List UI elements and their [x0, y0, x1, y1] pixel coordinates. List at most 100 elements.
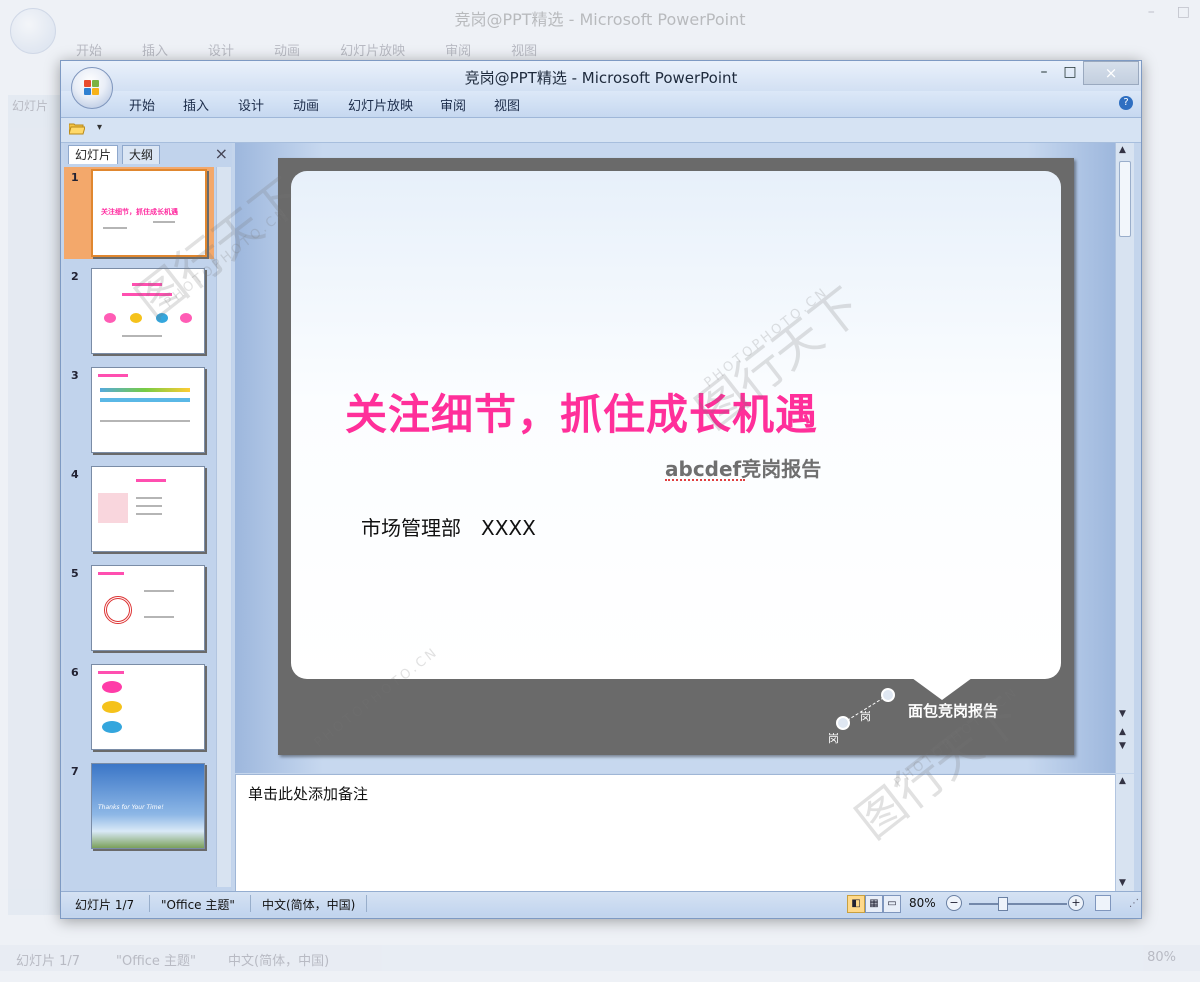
thumbnail-number: 5 [71, 567, 79, 580]
tab-design[interactable]: 设计 [238, 95, 264, 114]
footer-label: 岗 [860, 710, 871, 723]
scroll-thumb[interactable] [1119, 161, 1131, 237]
tab-review[interactable]: 审阅 [440, 95, 466, 114]
minimize-icon: – [1040, 64, 1048, 80]
thumbnail-number: 2 [71, 270, 79, 283]
tab-animations[interactable]: 动画 [293, 95, 319, 114]
help-icon[interactable]: ? [1119, 96, 1133, 110]
notes-scroll-up-icon[interactable]: ▲ [1119, 776, 1126, 786]
thumbnail-number: 6 [71, 666, 79, 679]
close-icon: × [1104, 64, 1118, 82]
ghost-ribbon-tabs: 开始 插入 设计 动画 幻灯片放映 审阅 视图 [76, 40, 537, 59]
tab-slideshow[interactable]: 幻灯片放映 [348, 95, 413, 114]
title-bar: 竞岗@PPT精选 - Microsoft PowerPoint – □ × [61, 61, 1141, 91]
slide-title[interactable]: 关注细节，抓住成长机遇 [345, 381, 818, 442]
ghost-tab: 幻灯片放映 [340, 44, 406, 59]
scroll-up-icon[interactable]: ▲ [1119, 145, 1126, 155]
notes-pane[interactable]: 单击此处添加备注 [235, 774, 1117, 893]
zoom-slider-knob[interactable] [998, 897, 1008, 911]
tab-home[interactable]: 开始 [129, 95, 155, 114]
thumbnail-image [91, 466, 205, 552]
slides-pane: 幻灯片 大纲 × 1 关注细节，抓住成长机遇 2 3 4 5 6 7 Thank… [64, 143, 232, 891]
window-title: 竞岗@PPT精选 - Microsoft PowerPoint [464, 69, 738, 87]
ghost-tab: 插入 [142, 44, 169, 59]
thumbnail-image [91, 268, 205, 354]
ghost-theme: "Office 主题" [116, 954, 197, 969]
zoom-out-icon[interactable]: − [946, 895, 962, 911]
spellcheck-underline [665, 479, 745, 481]
resize-grip-icon[interactable]: ⋰ [1129, 898, 1139, 909]
thumbnail-image [91, 367, 205, 453]
zoom-slider-track[interactable] [969, 903, 1067, 905]
previous-slide-icon[interactable]: ▲ [1119, 727, 1126, 737]
ghost-tab: 开始 [76, 44, 103, 59]
current-slide[interactable]: 关注细节，抓住成长机遇 abcdef竞岗报告 市场管理部 XXXX 岗 岗 面包… [278, 158, 1074, 755]
slide-footer: 面包竞岗报告 [908, 702, 999, 720]
zoom-level[interactable]: 80% [909, 896, 936, 910]
pane-close-icon[interactable]: × [215, 144, 228, 163]
maximize-icon: □ [1063, 64, 1077, 80]
slideshow-view-icon[interactable]: ▭ [883, 895, 901, 913]
thumbnail-2[interactable]: 2 [64, 266, 214, 358]
thumbnail-list: 1 关注细节，抓住成长机遇 2 3 4 5 6 7 Thanks for You… [64, 167, 214, 887]
tab-slides[interactable]: 幻灯片 [68, 145, 119, 164]
pane-scrollbar[interactable] [216, 167, 231, 887]
minimize-button[interactable]: – [1031, 61, 1057, 83]
notes-scrollbar[interactable]: ▲ ▼ [1115, 774, 1134, 891]
slide-subtitle[interactable]: abcdef竞岗报告 [665, 453, 821, 482]
office-logo-icon [84, 80, 100, 96]
notes-placeholder[interactable]: 单击此处添加备注 [248, 783, 368, 804]
pane-tabs: 幻灯片 大纲 × [64, 143, 232, 165]
ghost-tab: 设计 [208, 44, 235, 59]
office-button[interactable] [71, 67, 113, 109]
ghost-tab: 动画 [274, 44, 301, 59]
fit-to-window-icon[interactable] [1095, 895, 1111, 911]
ghost-status-bar: 幻灯片 1/7 "Office 主题" 中文(简体，中国) 80% [0, 945, 1200, 971]
folder-open-icon[interactable] [69, 122, 85, 135]
theme-name: "Office 主题" [161, 898, 235, 912]
thumbnail-3[interactable]: 3 [64, 365, 214, 457]
ghost-language: 中文(简体，中国) [228, 954, 330, 969]
thumbnail-image: Thanks for Your Time! [91, 763, 205, 849]
thumbnail-5[interactable]: 5 [64, 563, 214, 655]
notes-scroll-down-icon[interactable]: ▼ [1119, 878, 1126, 888]
powerpoint-window: 竞岗@PPT精选 - Microsoft PowerPoint – □ × 开始… [60, 60, 1142, 919]
thumbnail-title: 关注细节，抓住成长机遇 [101, 208, 178, 216]
thumbnail-4[interactable]: 4 [64, 464, 214, 556]
ghost-window-title: 竞岗@PPT精选 - Microsoft PowerPoint [454, 10, 746, 29]
qat-dropdown-icon[interactable]: ▾ [97, 122, 102, 133]
slide-counter: 幻灯片 1/7 [75, 898, 135, 912]
thumbnail-image [91, 664, 205, 750]
thumbnail-1[interactable]: 1 关注细节，抓住成长机遇 [64, 167, 214, 259]
card-notch [912, 678, 972, 700]
slide-editor: 关注细节，抓住成长机遇 abcdef竞岗报告 市场管理部 XXXX 岗 岗 面包… [235, 143, 1115, 773]
quick-access-toolbar: ▾ [61, 118, 1141, 143]
thumbnail-7[interactable]: 7 Thanks for Your Time! [64, 761, 214, 853]
normal-view-icon[interactable]: ◧ [847, 895, 865, 913]
scroll-down-icon[interactable]: ▼ [1119, 709, 1126, 719]
thumbnail-6[interactable]: 6 [64, 662, 214, 754]
tab-insert[interactable]: 插入 [183, 95, 209, 114]
language[interactable]: 中文(简体，中国) [262, 896, 355, 913]
thumbnail-title: Thanks for Your Time! [98, 804, 164, 811]
zoom-in-icon[interactable]: + [1068, 895, 1084, 911]
thumbnail-number: 7 [71, 765, 79, 778]
ghost-pane-tab: 幻灯片 [12, 99, 49, 113]
ghost-tab: 视图 [511, 44, 538, 59]
slide-scrollbar[interactable]: ▲ ▼ ▲ ▼ [1115, 143, 1134, 773]
tab-view[interactable]: 视图 [494, 95, 520, 114]
maximize-button[interactable]: □ [1057, 61, 1083, 83]
thumbnail-image: 关注细节，抓住成长机遇 [91, 169, 207, 257]
ghost-minimize-icon: – [1147, 4, 1155, 20]
thumbnail-number: 3 [71, 369, 79, 382]
thumbnail-image [91, 565, 205, 651]
close-button[interactable]: × [1083, 61, 1139, 85]
slide-sorter-icon[interactable]: ▦ [865, 895, 883, 913]
thumbnail-number: 4 [71, 468, 79, 481]
ghost-window-controls: – □ [1148, 4, 1190, 20]
next-slide-icon[interactable]: ▼ [1119, 741, 1126, 751]
status-bar: 幻灯片 1/7 "Office 主题" 中文(简体，中国) ◧ ▦ ▭ 80% … [61, 891, 1141, 916]
ghost-tab: 审阅 [445, 44, 472, 59]
slide-department[interactable]: 市场管理部 XXXX [361, 512, 536, 541]
tab-outline[interactable]: 大纲 [122, 145, 161, 164]
